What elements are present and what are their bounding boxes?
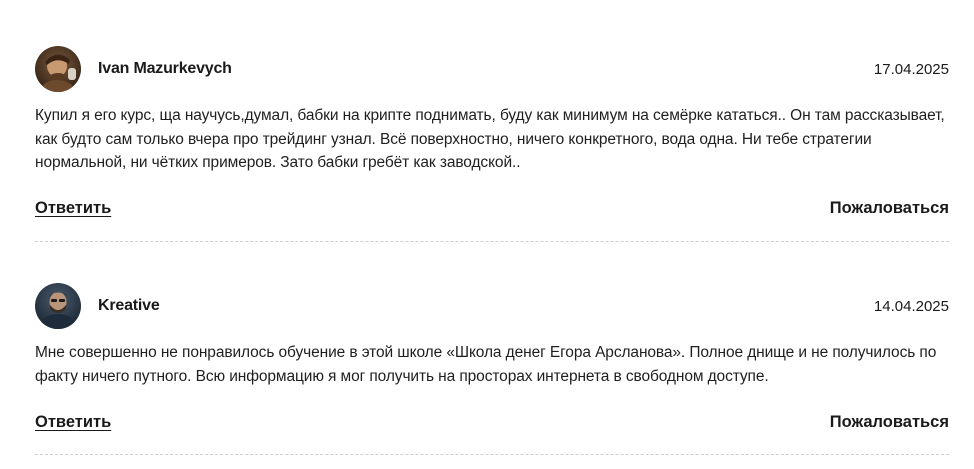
reply-link[interactable]: Ответить [35,199,111,218]
comment-header: Ivan Mazurkevych 17.04.2025 [35,46,949,92]
comment-text: Купил я его курс, ща научусь,думал, бабк… [35,107,945,171]
report-link[interactable]: Пожаловаться [830,199,949,218]
comment-divider [35,454,949,455]
comment-date: 14.04.2025 [873,298,949,315]
comment-date: 17.04.2025 [873,61,949,78]
comment-actions: Ответить Пожаловаться [35,199,949,223]
comment-item: Ivan Mazurkevych 17.04.2025 Купил я его … [35,46,949,223]
comment-author: Ivan Mazurkevych [98,60,232,77]
comment-author: Kreative [98,297,160,314]
comment-text: Мне совершенно не понравилось обучение в… [35,344,937,385]
reply-link[interactable]: Ответить [35,413,111,432]
avatar [35,46,81,92]
comment-header: Kreative 14.04.2025 [35,283,949,329]
avatar [35,283,81,329]
report-link[interactable]: Пожаловаться [830,413,949,432]
comment-item: Kreative 14.04.2025 Мне совершенно не по… [35,283,949,437]
comment-actions: Ответить Пожаловаться [35,413,949,437]
comment-divider [35,241,949,242]
